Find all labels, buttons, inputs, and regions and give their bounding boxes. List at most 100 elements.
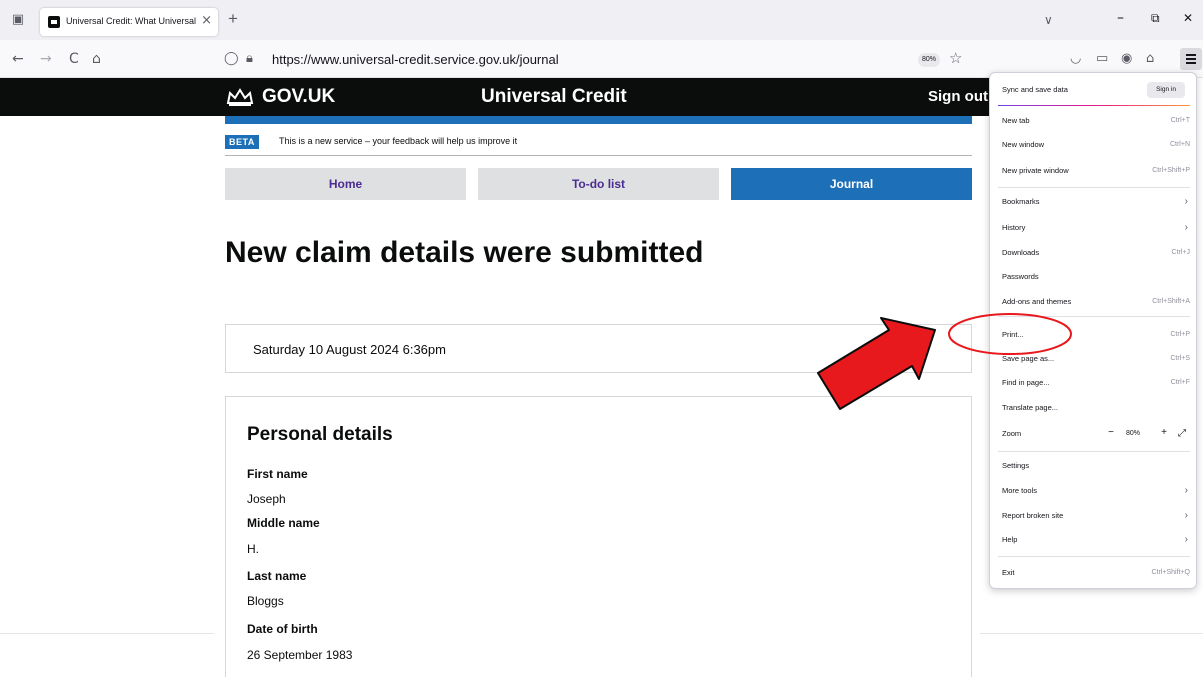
pocket-icon[interactable]: ◡ (1070, 51, 1081, 67)
menu-item-new-tab[interactable]: New tab Ctrl+T (1002, 113, 1190, 129)
menu-item-settings[interactable]: Settings (1002, 458, 1190, 474)
fullscreen-icon[interactable]: ⤢ (1178, 426, 1186, 441)
menu-item-report-broken-site[interactable]: Report broken site › (1002, 508, 1190, 524)
back-arrow-icon[interactable]: ← (12, 51, 24, 67)
menu-item-add-ons-and-themes[interactable]: Add-ons and themes Ctrl+Shift+A (1002, 294, 1190, 310)
divider (980, 633, 1203, 634)
menu-separator (998, 556, 1190, 557)
menu-item-more-tools[interactable]: More tools › (1002, 483, 1190, 499)
menu-item-label: Bookmarks (1002, 197, 1040, 206)
padlock-icon[interactable]: 🔒︎ (246, 51, 253, 66)
minimize-window-button[interactable]: – (1117, 10, 1124, 26)
url-address-field[interactable]: https://www.universal-credit.service.gov… (272, 52, 559, 67)
sidebar-icon[interactable]: ▭ (1096, 51, 1108, 67)
new-tab-button[interactable]: + (228, 10, 238, 28)
menu-item-label: Downloads (1002, 248, 1040, 257)
menu-separator (998, 451, 1190, 452)
menu-item-find-in-page[interactable]: Find in page... Ctrl+F (1002, 375, 1190, 391)
sign-in-button[interactable]: Sign in (1147, 82, 1185, 98)
personal-details-heading: Personal details (247, 424, 393, 445)
menu-item-new-private-window[interactable]: New private window Ctrl+Shift+P (1002, 163, 1190, 179)
zoom-in-button[interactable]: + (1157, 426, 1171, 440)
redacted-username (842, 93, 912, 105)
sync-and-save-data-label: Sync and save data (1002, 85, 1068, 94)
account-icon[interactable]: ◉ (1121, 51, 1132, 67)
menu-item-label: Find in page... (1002, 378, 1050, 387)
menu-item-help[interactable]: Help › (1002, 532, 1190, 548)
menu-accent-line (998, 105, 1190, 106)
menu-item-label: New tab (1002, 116, 1030, 125)
menu-separator (998, 316, 1190, 317)
nav-tab-todo-list[interactable]: To-do list (478, 168, 719, 200)
extensions-icon[interactable]: ⌂ (1146, 51, 1154, 67)
nav-tab-journal[interactable]: Journal (731, 168, 972, 200)
last-name-label: Last name (247, 569, 307, 583)
middle-name-label: Middle name (247, 516, 320, 530)
menu-item-label: Translate page... (1002, 403, 1059, 412)
phase-banner-text: This is a new service – your feedback wi… (279, 136, 518, 146)
menu-item-label: Help (1002, 535, 1018, 544)
menu-item-label: New window (1002, 140, 1045, 149)
menu-item-label: Exit (1002, 568, 1015, 577)
timestamp-panel: Saturday 10 August 2024 6:36pm (225, 324, 972, 373)
menu-item-print[interactable]: Print... Ctrl+P (1002, 327, 1190, 343)
menu-item-passwords[interactable]: Passwords (1002, 269, 1190, 285)
menu-item-downloads[interactable]: Downloads Ctrl+J (1002, 245, 1190, 261)
service-name[interactable]: Universal Credit (481, 87, 627, 107)
browser-tab-bar: ▣ Universal Credit: What Universal × + ∨… (0, 0, 1203, 40)
menu-item-label: Report broken site (1002, 511, 1064, 520)
page-title: New claim details were submitted (225, 236, 704, 269)
close-window-button[interactable]: ✕ (1183, 10, 1193, 26)
menu-item-shortcut: Ctrl+F (1170, 379, 1190, 386)
nav-tab-home[interactable]: Home (225, 168, 466, 200)
chevron-right-icon: › (1184, 485, 1188, 496)
menu-item-exit[interactable]: Exit Ctrl+Shift+Q (1002, 565, 1190, 581)
menu-item-history[interactable]: History › (1002, 220, 1190, 236)
reload-icon[interactable]: C (69, 51, 79, 67)
header-blue-bar (225, 116, 972, 124)
zoom-controls: Zoom − 80% + ⤢ (1002, 426, 1190, 442)
restore-window-button[interactable]: ⧉ (1151, 10, 1160, 26)
menu-item-shortcut: Ctrl+S (1170, 355, 1190, 362)
beta-tag: BETA (225, 135, 259, 149)
open-application-menu-button[interactable] (1180, 48, 1202, 70)
menu-item-label: More tools (1002, 486, 1038, 495)
browser-tab[interactable]: Universal Credit: What Universal × (40, 8, 218, 36)
zoom-reset-button[interactable]: 80% (1126, 426, 1140, 442)
menu-item-translate-page[interactable]: Translate page... (1002, 400, 1190, 416)
home-icon[interactable]: ⌂ (92, 51, 101, 67)
forward-arrow-icon[interactable]: → (40, 51, 52, 67)
menu-item-bookmarks[interactable]: Bookmarks › (1002, 194, 1190, 210)
middle-name-value: H. (247, 542, 259, 556)
bookmark-star-icon[interactable]: ☆ (949, 50, 962, 66)
tab-manager-icon[interactable]: ▣ (10, 13, 26, 27)
chevron-right-icon: › (1184, 534, 1188, 545)
menu-item-label: Print... (1002, 330, 1024, 339)
menu-item-save-page-as[interactable]: Save page as... Ctrl+S (1002, 351, 1190, 367)
list-all-tabs-icon[interactable]: ∨ (1044, 13, 1053, 27)
chevron-right-icon: › (1184, 510, 1188, 521)
menu-item-shortcut: Ctrl+Shift+P (1152, 167, 1190, 174)
govuk-logo-link[interactable]: GOV.UK (262, 87, 335, 107)
menu-item-label: Passwords (1002, 272, 1039, 281)
date-of-birth-label: Date of birth (247, 622, 318, 636)
application-menu: Sync and save data Sign in New tab Ctrl+… (989, 72, 1197, 589)
last-name-value: Bloggs (247, 594, 284, 608)
menu-item-shortcut: Ctrl+N (1169, 141, 1190, 148)
tab-close-icon[interactable]: × (201, 14, 212, 28)
menu-item-new-window[interactable]: New window Ctrl+N (1002, 137, 1190, 153)
zoom-out-button[interactable]: − (1104, 426, 1118, 440)
zoom-level-badge[interactable]: 80% (918, 53, 941, 67)
govuk-favicon-icon (48, 16, 60, 28)
chevron-right-icon: › (1184, 196, 1188, 207)
tab-title: Universal Credit: What Universal (66, 16, 197, 26)
zoom-label: Zoom (1002, 429, 1022, 438)
menu-item-shortcut: Ctrl+P (1170, 331, 1190, 338)
sign-out-link[interactable]: Sign out (928, 87, 988, 107)
menu-item-label: Settings (1002, 461, 1030, 470)
phase-banner: BETA This is a new service – your feedba… (225, 126, 972, 156)
menu-item-label: Add-ons and themes (1002, 297, 1072, 306)
tracking-protection-shield-icon[interactable]: ◯ (224, 51, 239, 66)
chevron-right-icon: › (1184, 222, 1188, 233)
menu-item-label: History (1002, 223, 1026, 232)
